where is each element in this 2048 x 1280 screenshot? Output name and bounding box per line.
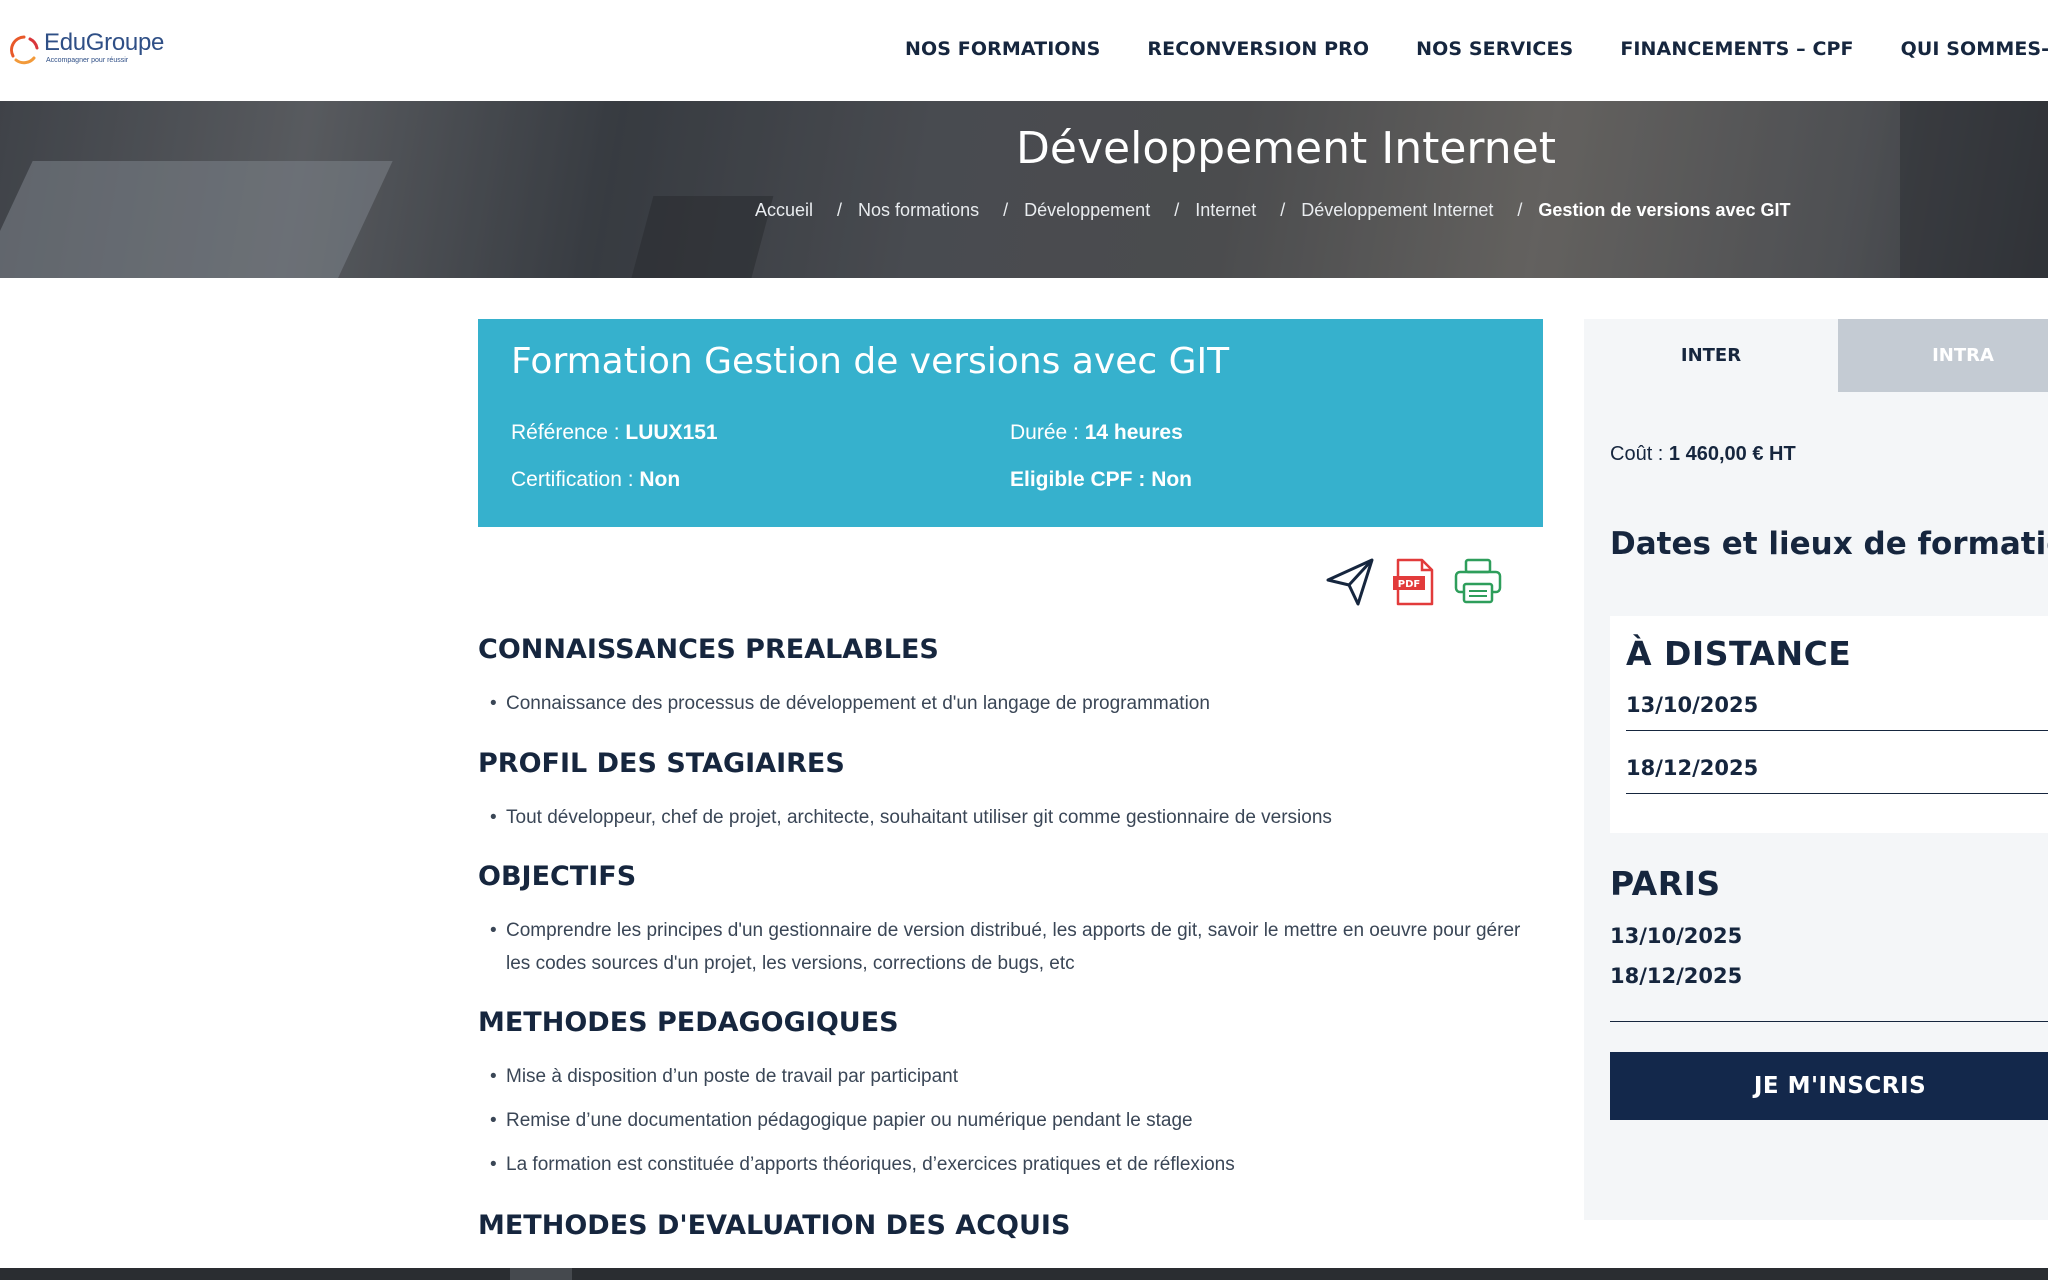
course-actions: PDF bbox=[1324, 556, 1516, 608]
cost-label: Coût : bbox=[1610, 443, 1669, 465]
list-item: Connaissance des processus de développem… bbox=[490, 687, 1526, 720]
register-button[interactable]: JE M'INSCRIS bbox=[1610, 1052, 2048, 1120]
breadcrumb-item-developpement[interactable]: Développement bbox=[1024, 200, 1150, 221]
section-title-profile: PROFIL DES STAGIAIRES bbox=[478, 748, 845, 779]
breadcrumb-separator: / bbox=[1003, 200, 1009, 220]
print-icon[interactable] bbox=[1452, 556, 1504, 608]
breadcrumb-item-formations[interactable]: Nos formations bbox=[858, 200, 979, 221]
location-title-paris: PARIS bbox=[1610, 864, 1721, 903]
tab-intra[interactable]: INTRA bbox=[1838, 319, 2048, 392]
session-date[interactable]: 13/10/2025 bbox=[1610, 924, 1742, 948]
course-title: Formation Gestion de versions avec GIT bbox=[511, 341, 1230, 382]
section-title-objectives: OBJECTIFS bbox=[478, 861, 637, 892]
list-item: La formation est constituée d’apports th… bbox=[490, 1148, 1526, 1181]
section-title-methods: METHODES PEDAGOGIQUES bbox=[478, 1007, 899, 1038]
dates-title: Dates et lieux de formation bbox=[1610, 526, 2048, 562]
breadcrumb-item-accueil[interactable]: Accueil bbox=[755, 200, 813, 221]
cpf-value: Non bbox=[1151, 468, 1193, 491]
footer-strip bbox=[0, 1268, 2048, 1280]
session-date[interactable]: 13/10/2025 bbox=[1626, 693, 1758, 717]
logo-name: EduGroupe bbox=[44, 29, 165, 56]
location-card-distance: À DISTANCE 13/10/2025 18/12/2025 bbox=[1610, 616, 2048, 833]
breadcrumb-current: Gestion de versions avec GIT bbox=[1538, 200, 1791, 220]
certification-value: Non bbox=[639, 468, 681, 491]
course-reference: Référence : LUUX151 bbox=[511, 421, 718, 445]
svg-text:PDF: PDF bbox=[1398, 579, 1420, 590]
breadcrumb-item-developpement-internet[interactable]: Développement Internet bbox=[1301, 200, 1493, 221]
list-item: Mise à disposition d’un poste de travail… bbox=[490, 1060, 1526, 1093]
course-certification: Certification : Non bbox=[511, 468, 680, 492]
course-info-box: Formation Gestion de versions avec GIT R… bbox=[478, 319, 1543, 527]
duration-label: Durée : bbox=[1010, 421, 1085, 444]
location-title-distance: À DISTANCE bbox=[1626, 634, 1852, 673]
nav-item-qui-sommes-nous[interactable]: QUI SOMMES-NOUS bbox=[1901, 38, 2048, 60]
breadcrumb-separator: / bbox=[1280, 200, 1286, 220]
site-header: EduGroupe Accompagner pour réussir NOS F… bbox=[0, 0, 2048, 101]
breadcrumb-separator: / bbox=[837, 200, 843, 220]
cost-value: 1 460,00 € HT bbox=[1668, 443, 1796, 465]
course-duration: Durée : 14 heures bbox=[1010, 421, 1183, 445]
divider bbox=[1626, 793, 2048, 794]
session-date[interactable]: 18/12/2025 bbox=[1610, 964, 1742, 988]
reference-label: Référence : bbox=[511, 421, 626, 444]
logo[interactable]: EduGroupe Accompagner pour réussir bbox=[8, 30, 164, 66]
pricing-sidebar: INTER INTRA Coût : 1 460,00 € HT Dates e… bbox=[1584, 319, 2048, 1220]
list-item: Tout développeur, chef de projet, archit… bbox=[490, 801, 1526, 834]
certification-label: Certification : bbox=[511, 468, 640, 491]
nav-item-reconversion[interactable]: RECONVERSION PRO bbox=[1147, 38, 1369, 60]
main-nav: NOS FORMATIONS RECONVERSION PRO NOS SERV… bbox=[905, 38, 2048, 60]
breadcrumb-item-internet[interactable]: Internet bbox=[1195, 200, 1256, 221]
reference-value: LUUX151 bbox=[625, 421, 718, 444]
footer-strip-accent bbox=[510, 1268, 572, 1280]
nav-item-services[interactable]: NOS SERVICES bbox=[1416, 38, 1573, 60]
divider bbox=[1626, 730, 2048, 731]
tab-inter[interactable]: INTER bbox=[1584, 319, 1838, 392]
list-item: Remise d’une documentation pédagogique p… bbox=[490, 1104, 1526, 1137]
logo-icon bbox=[8, 34, 40, 66]
send-icon[interactable] bbox=[1324, 556, 1376, 608]
section-title-evaluation: METHODES D'EVALUATION DES ACQUIS bbox=[478, 1210, 1071, 1241]
session-date[interactable]: 18/12/2025 bbox=[1626, 756, 1758, 780]
course-cost: Coût : 1 460,00 € HT bbox=[1610, 443, 1796, 466]
hero-banner: Développement Internet Accueil / Nos for… bbox=[0, 101, 2048, 278]
page-title: Développement Internet bbox=[1016, 123, 1556, 174]
list-item: Comprendre les principes d'un gestionnai… bbox=[490, 914, 1526, 980]
nav-item-formations[interactable]: NOS FORMATIONS bbox=[905, 38, 1100, 60]
divider bbox=[1610, 1021, 2048, 1022]
pdf-icon[interactable]: PDF bbox=[1388, 556, 1440, 608]
hero-title-wrap: Développement Internet bbox=[0, 123, 2048, 174]
cpf-label: Eligible CPF : bbox=[1010, 468, 1152, 491]
breadcrumb-separator: / bbox=[1174, 200, 1180, 220]
breadcrumb-separator: / bbox=[1517, 200, 1523, 220]
logo-tagline: Accompagner pour réussir bbox=[46, 57, 129, 64]
duration-value: 14 heures bbox=[1084, 421, 1183, 444]
nav-item-financements[interactable]: FINANCEMENTS – CPF bbox=[1620, 38, 1853, 60]
section-title-prerequisites: CONNAISSANCES PREALABLES bbox=[478, 634, 939, 665]
course-cpf: Eligible CPF : Non bbox=[1010, 468, 1192, 492]
breadcrumb: Accueil / Nos formations / Développement… bbox=[755, 200, 1791, 221]
